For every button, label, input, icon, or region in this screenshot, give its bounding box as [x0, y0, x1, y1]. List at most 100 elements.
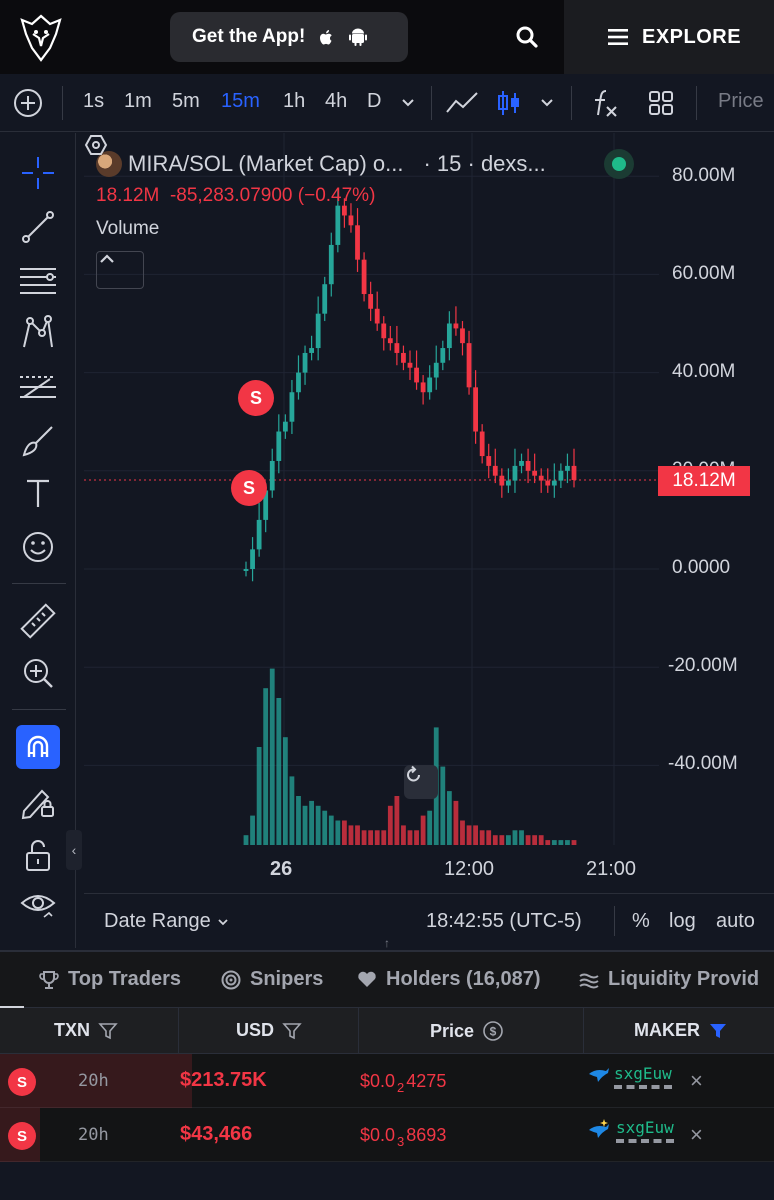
maker-address[interactable]: sxgEuw — [616, 1118, 674, 1143]
reset-chart-button[interactable] — [404, 765, 438, 799]
table-row[interactable]: S 20h $43,466 $0.0 3 8693 sxgEuw × — [0, 1108, 774, 1162]
price-chart[interactable]: MIRA/SOL (Market Cap) o... · 15 · dexs..… — [84, 133, 774, 890]
dollar-circle-icon[interactable]: $ — [482, 1020, 504, 1042]
tab-holders[interactable]: Holders (16,087) — [356, 968, 541, 991]
fib-retracement-icon[interactable] — [18, 261, 58, 301]
trophy-icon — [39, 970, 59, 989]
volume-bar — [466, 825, 472, 845]
timeframe-1s[interactable]: 1s — [83, 90, 104, 113]
indicators-icon[interactable] — [590, 88, 620, 118]
price-column-header[interactable]: Price $ — [430, 1020, 504, 1042]
maker-column-header[interactable]: MAKER — [634, 1020, 728, 1041]
volume-bar — [525, 835, 531, 845]
unlock-icon[interactable] — [18, 835, 58, 875]
text-tool-icon[interactable] — [18, 473, 58, 513]
chart-clock[interactable]: 18:42:55 (UTC-5) — [426, 910, 582, 933]
projection-icon[interactable] — [18, 367, 58, 407]
emoji-icon[interactable] — [18, 527, 58, 567]
maker-address[interactable]: sxgEuw — [614, 1064, 672, 1089]
filter-icon[interactable] — [98, 1022, 118, 1040]
timeframe-1h[interactable]: 1h — [283, 90, 305, 113]
candle-body — [322, 284, 328, 314]
price-prefix: $0.0 — [360, 1125, 396, 1145]
row-usd: $213.75K — [180, 1069, 267, 1091]
row-age: 20h — [78, 1125, 109, 1145]
chart-legend-title: MIRA/SOL (Market Cap) o... · 15 · dexs..… — [96, 151, 546, 177]
eye-icon[interactable] — [18, 885, 58, 925]
chart-symbol[interactable]: MIRA/SOL (Market Cap) o... — [128, 151, 403, 177]
add-symbol-icon[interactable] — [12, 87, 44, 119]
close-icon[interactable]: × — [690, 1068, 703, 1094]
collapse-legend-button[interactable] — [96, 251, 144, 289]
tab-liquidity-providers[interactable]: Liquidity Provid — [578, 968, 759, 991]
transactions-table-header: TXN USD Price $ MAKER — [0, 1008, 774, 1054]
candle-body — [538, 475, 544, 481]
auto-scale-button[interactable]: auto — [716, 910, 755, 933]
percent-scale-button[interactable]: % — [632, 910, 650, 933]
eagle-logo-icon[interactable] — [20, 14, 62, 62]
timeframe-4h[interactable]: 4h — [325, 90, 347, 113]
candle-body — [342, 205, 347, 216]
zoom-in-icon[interactable] — [18, 653, 58, 693]
timeframe-1m[interactable]: 1m — [124, 90, 152, 113]
volume-bar — [256, 747, 262, 845]
volume-bar — [243, 835, 249, 845]
sell-marker[interactable]: S — [231, 470, 267, 506]
last-price-tag: 18.12M — [658, 466, 750, 496]
candle-body — [269, 460, 275, 491]
price-scale-button[interactable]: Price — [718, 90, 764, 113]
volume-bar — [335, 820, 341, 845]
pattern-icon[interactable] — [18, 313, 58, 353]
timeframe-5m[interactable]: 5m — [172, 90, 200, 113]
timeframe-d[interactable]: D — [367, 90, 381, 113]
column-label: MAKER — [634, 1020, 700, 1040]
axis-settings-icon[interactable] — [84, 133, 108, 157]
timeframe-dropdown-icon[interactable] — [396, 88, 420, 118]
table-row[interactable]: S 20h $213.75K $0.0 2 4275 sxgEuw × — [0, 1054, 774, 1108]
trend-line-icon[interactable] — [18, 207, 58, 247]
timeframe-15m[interactable]: 15m — [221, 90, 260, 113]
maker-cell[interactable]: sxgEuw — [588, 1118, 674, 1143]
volume-bar — [519, 830, 524, 845]
volume-bar — [328, 815, 334, 845]
volume-bar — [545, 840, 551, 845]
line-chart-icon[interactable] — [445, 88, 479, 118]
sell-marker[interactable]: S — [238, 380, 274, 416]
maker-cell[interactable]: sxgEuw — [588, 1064, 672, 1089]
get-app-button[interactable]: Get the App! — [170, 12, 408, 62]
lock-drawing-pencil-icon[interactable] — [18, 781, 58, 821]
crosshair-icon[interactable] — [18, 153, 58, 193]
market-status-icon[interactable] — [604, 149, 634, 179]
price-digits: 8693 — [406, 1125, 447, 1145]
tab-top-traders[interactable]: Top Traders — [38, 968, 181, 991]
chart-type-dropdown-icon[interactable] — [535, 88, 559, 118]
volume-indicator-label[interactable]: Volume — [96, 218, 159, 240]
volume-bar — [361, 830, 367, 845]
layout-grid-icon[interactable] — [646, 88, 676, 118]
txn-column-header[interactable]: TXN — [54, 1020, 118, 1041]
magnet-icon[interactable] — [16, 725, 60, 769]
log-scale-button[interactable]: log — [669, 910, 696, 933]
candle-body — [387, 338, 393, 344]
candles-icon[interactable] — [494, 88, 524, 118]
volume-bar — [499, 835, 505, 845]
volume-bar — [368, 830, 374, 845]
volume-bar — [571, 840, 577, 845]
date-range-button[interactable]: Date Range — [104, 910, 230, 933]
volume-bar — [407, 830, 413, 845]
tab-snipers[interactable]: Snipers — [220, 968, 323, 991]
usd-column-header[interactable]: USD — [236, 1020, 302, 1041]
explore-button[interactable]: EXPLORE — [564, 0, 774, 74]
candle-body — [571, 465, 577, 481]
filter-icon[interactable] — [282, 1022, 302, 1040]
collapse-toolbar-button[interactable]: ‹ — [66, 830, 82, 870]
brush-icon[interactable] — [18, 421, 58, 461]
ruler-icon[interactable] — [18, 601, 58, 641]
filter-active-icon[interactable] — [708, 1022, 728, 1040]
price-zero-count: 3 — [397, 1134, 405, 1149]
column-label: Price — [430, 1020, 475, 1041]
change-value: -85,283.07900 (−0.47%) — [169, 185, 376, 206]
search-icon[interactable] — [512, 22, 542, 52]
y-axis-label: -20.00M — [668, 655, 738, 676]
close-icon[interactable]: × — [690, 1122, 703, 1148]
